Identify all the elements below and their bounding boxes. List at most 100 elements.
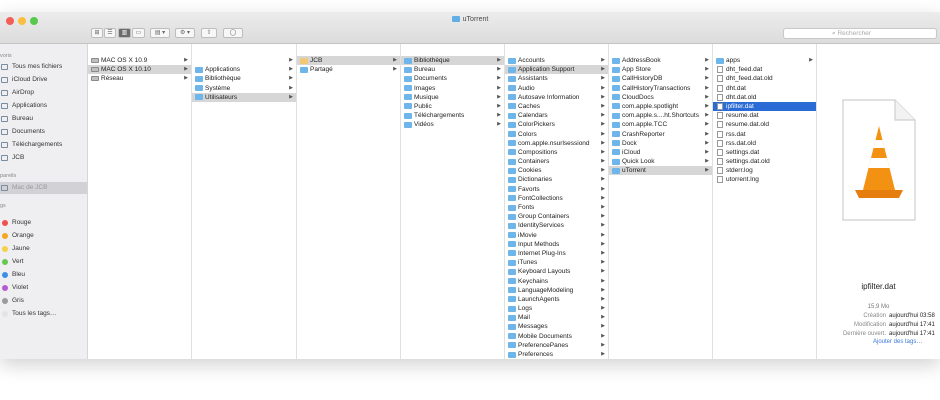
list-item-autosave-information[interactable]: Autosave Information ▶ (505, 93, 608, 102)
list-item-calendars[interactable]: Calendars ▶ (505, 111, 608, 120)
list-item-internet-plug-ins[interactable]: Internet Plug-Ins ▶ (505, 249, 608, 258)
list-item-icloud[interactable]: iCloud ▶ (609, 148, 712, 157)
sidebar-tag-gris[interactable]: Gris (0, 295, 87, 307)
list-item-colorpickers[interactable]: ColorPickers ▶ (505, 120, 608, 129)
list-item-dht-feed-dat[interactable]: dht_feed.dat (713, 65, 816, 74)
list-item-colors[interactable]: Colors ▶ (505, 130, 608, 139)
sidebar-item-telechargements[interactable]: Téléchargements (0, 139, 87, 151)
list-item-containers[interactable]: Containers ▶ (505, 157, 608, 166)
share-button[interactable]: ⇧ (201, 28, 217, 38)
icon-view-button[interactable]: ⊞ (91, 28, 103, 38)
list-item-imovie[interactable]: iMovie ▶ (505, 231, 608, 240)
list-item-mac-os-x-10-9[interactable]: MAC OS X 10.9 ▶ (88, 56, 191, 65)
arrange-menu-button[interactable]: ▤ ▾ (150, 28, 170, 38)
list-item-dht-feed-dat-old[interactable]: dht_feed.dat.old (713, 74, 816, 83)
sidebar-item-tous-mes-fichiers[interactable]: Tous mes fichiers (0, 61, 87, 73)
action-gear-button[interactable]: ⚙ ▾ (175, 28, 195, 38)
list-item-addressbook[interactable]: AddressBook ▶ (609, 56, 712, 65)
list-item-musique[interactable]: Musique ▶ (401, 93, 504, 102)
list-item-mail[interactable]: Mail ▶ (505, 313, 608, 322)
list-item-documents[interactable]: Documents ▶ (401, 74, 504, 83)
list-view-button[interactable]: ☰ (104, 28, 116, 38)
list-item-com-apple-nsurlsessiond[interactable]: com.apple.nsurlsessiond ▶ (505, 139, 608, 148)
sidebar-tag-rouge[interactable]: Rouge (0, 217, 87, 229)
list-item-partage[interactable]: Partagé ▶ (297, 65, 400, 74)
list-item-preferences[interactable]: Preferences ▶ (505, 350, 608, 359)
list-item-cookies[interactable]: Cookies ▶ (505, 166, 608, 175)
browser-column-5[interactable]: Accounts ▶ Application Support ▶ Assistants ▶… (505, 44, 609, 359)
list-item-messages[interactable]: Messages ▶ (505, 322, 608, 331)
list-item-systeme[interactable]: Système ▶ (192, 84, 296, 93)
sidebar-tag-bleu[interactable]: Bleu (0, 269, 87, 281)
sidebar-tag-tous-les-tags[interactable]: Tous les tags… (0, 308, 87, 320)
list-item-app-store[interactable]: App Store ▶ (609, 65, 712, 74)
list-item-ipfilter-dat[interactable]: ipfilter.dat (713, 101, 816, 112)
list-item-telechargements[interactable]: Téléchargements ▶ (401, 111, 504, 120)
list-item-preferencepanes[interactable]: PreferencePanes ▶ (505, 341, 608, 350)
sidebar-item-jcb[interactable]: JCB (0, 152, 87, 164)
sidebar-item-icloud-drive[interactable]: iCloud Drive (0, 74, 87, 86)
sidebar-tag-orange[interactable]: Orange (0, 230, 87, 242)
browser-column-2[interactable]: ▶ Applications ▶ Bibliothèque ▶ Système ▶ Utili… (192, 44, 297, 359)
list-item-logs[interactable]: Logs ▶ (505, 304, 608, 313)
sidebar-item-applications[interactable]: Applications (0, 100, 87, 112)
list-item-videos[interactable]: Vidéos ▶ (401, 120, 504, 129)
browser-column-7[interactable]: apps ▶ dht_feed.dat dht_feed.dat.old dht.dat… (713, 44, 817, 359)
list-item-fontcollections[interactable]: FontCollections ▶ (505, 194, 608, 203)
list-item-bibliotheque[interactable]: Bibliothèque ▶ (192, 74, 296, 83)
list-item-crashreporter[interactable]: CrashReporter ▶ (609, 130, 712, 139)
column-view-button[interactable]: ▥ (118, 28, 131, 38)
list-item-dictionaries[interactable]: Dictionaries ▶ (505, 175, 608, 184)
list-item-stderr-log[interactable]: stderr.log (713, 166, 816, 175)
list-item-fonts[interactable]: Fonts ▶ (505, 203, 608, 212)
list-item-dock[interactable]: Dock ▶ (609, 139, 712, 148)
list-item-resume-dat[interactable]: resume.dat (713, 111, 816, 120)
sidebar-item-mac-de-jcb[interactable]: Mac de JCB (0, 182, 87, 194)
sidebar-item-documents[interactable]: Documents (0, 126, 87, 138)
list-item-caches[interactable]: Caches ▶ (505, 102, 608, 111)
list-item-mobile-documents[interactable]: Mobile Documents ▶ (505, 332, 608, 341)
list-item-languagemodeling[interactable]: LanguageModeling ▶ (505, 286, 608, 295)
list-item-bibliotheque[interactable]: Bibliothèque ▶ (401, 56, 504, 66)
list-item-favorts[interactable]: Favorts ▶ (505, 185, 608, 194)
list-item-public[interactable]: Public ▶ (401, 102, 504, 111)
list-item-application-support[interactable]: Application Support ▶ (505, 65, 608, 75)
list-item-keyboard-layouts[interactable]: Keyboard Layouts ▶ (505, 267, 608, 276)
browser-column-3[interactable]: JCB ▶ Partagé ▶ (297, 44, 401, 359)
list-item-apps[interactable]: apps ▶ (713, 56, 816, 65)
list-item-callhistorytransactions[interactable]: CallHistoryTransactions ▶ (609, 84, 712, 93)
list-item-compositions[interactable]: Compositions ▶ (505, 148, 608, 157)
list-item-rss-dat-old[interactable]: rss.dat.old (713, 139, 816, 148)
list-item-assistants[interactable]: Assistants ▶ (505, 74, 608, 83)
list-item-mac-os-x-10-10[interactable]: MAC OS X 10.10 ▶ (88, 65, 191, 75)
list-item-itunes[interactable]: iTunes ▶ (505, 258, 608, 267)
list-item-utorrent[interactable]: uTorrent ▶ (609, 166, 712, 176)
list-item-applications[interactable]: Applications ▶ (192, 65, 296, 74)
list-item-item[interactable]: ▶ (192, 56, 296, 65)
list-item-clouddocs[interactable]: CloudDocs ▶ (609, 93, 712, 102)
list-item-audio[interactable]: Audio ▶ (505, 84, 608, 93)
sidebar-item-bureau[interactable]: Bureau (0, 113, 87, 125)
add-tags-link[interactable]: Ajouter des tags… (873, 339, 922, 345)
list-item-launchagents[interactable]: LaunchAgents ▶ (505, 295, 608, 304)
search-field[interactable]: ⌕ Rechercher (783, 28, 937, 39)
list-item-utorrent-lng[interactable]: utorrent.lng (713, 175, 816, 184)
browser-column-6[interactable]: AddressBook ▶ App Store ▶ CallHistoryDB ▶ Call… (609, 44, 713, 359)
list-item-accounts[interactable]: Accounts ▶ (505, 56, 608, 65)
browser-column-1[interactable]: MAC OS X 10.9 ▶ MAC OS X 10.10 ▶ Réseau ▶ (88, 44, 192, 359)
list-item-callhistorydb[interactable]: CallHistoryDB ▶ (609, 74, 712, 83)
browser-column-4[interactable]: Bibliothèque ▶ Bureau ▶ Documents ▶ Images ▶ Mus… (401, 44, 505, 359)
list-item-com-apple-spotlight[interactable]: com.apple.spotlight ▶ (609, 102, 712, 111)
list-item-dht-dat[interactable]: dht.dat (713, 84, 816, 93)
list-item-quick-look[interactable]: Quick Look ▶ (609, 157, 712, 166)
list-item-com-apple-s-ht-shortcuts[interactable]: com.apple.s....ht.Shortcuts ▶ (609, 111, 712, 120)
list-item-jcb[interactable]: JCB ▶ (297, 56, 400, 66)
list-item-com-apple-tcc[interactable]: com.apple.TCC ▶ (609, 120, 712, 129)
list-item-reseau[interactable]: Réseau ▶ (88, 74, 191, 83)
list-item-dht-dat-old[interactable]: dht.dat.old (713, 93, 816, 102)
list-item-bureau[interactable]: Bureau ▶ (401, 65, 504, 74)
list-item-resume-dat-old[interactable]: resume.dat.old (713, 120, 816, 129)
sidebar-tag-violet[interactable]: Violet (0, 282, 87, 294)
list-item-images[interactable]: Images ▶ (401, 84, 504, 93)
sidebar-tag-vert[interactable]: Vert (0, 256, 87, 268)
